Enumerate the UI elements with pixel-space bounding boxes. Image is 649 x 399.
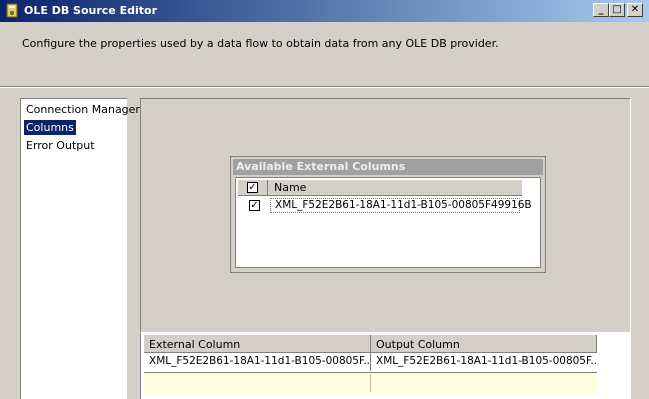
list-item[interactable]: ✓ XML_F52E2B61-18A1-11d1-B105-00805F4991… — [238, 198, 532, 214]
title-bar[interactable]: OLE DB Source Editor _ □ ✕ — [0, 0, 649, 22]
page-navigation-list[interactable]: Connection Manager Columns Error Output — [20, 98, 140, 399]
column-checkbox[interactable]: ✓ — [249, 200, 260, 211]
available-external-columns-panel[interactable]: Available External Columns ✓ Name ✓ XML_… — [230, 156, 546, 273]
external-column-header[interactable]: External Column — [144, 335, 371, 353]
minimize-button[interactable]: _ — [593, 3, 609, 17]
list-header: ✓ Name — [238, 180, 522, 196]
columns-mapping-area: Available External Columns ✓ Name ✓ XML_… — [140, 98, 631, 333]
window-title: OLE DB Source Editor — [24, 4, 157, 17]
ole-db-source-editor-window: OLE DB Source Editor _ □ ✕ Configure the… — [0, 0, 649, 399]
nav-item-columns[interactable]: Columns — [24, 120, 76, 135]
nav-item-connection-manager[interactable]: Connection Manager — [24, 102, 142, 117]
nav-item-error-output[interactable]: Error Output — [24, 138, 97, 153]
available-columns-title: Available External Columns — [233, 159, 543, 175]
output-column-cell[interactable]: XML_F52E2B61-18A1-11d1-B105-00805F... — [371, 353, 597, 371]
window-edge — [631, 98, 649, 399]
ssis-component-icon — [6, 3, 18, 18]
new-output-column-cell[interactable] — [371, 374, 597, 392]
name-column-header[interactable]: Name — [274, 181, 306, 194]
column-mapping-grid[interactable]: External Column Output Column XML_F52E2B… — [140, 333, 631, 399]
new-row[interactable] — [144, 374, 597, 394]
select-all-cell: ✓ — [238, 180, 268, 195]
new-external-column-cell[interactable] — [144, 374, 371, 392]
column-name: XML_F52E2B61-18A1-11d1-B105-00805F49916B — [275, 199, 532, 211]
dialog-description: Configure the properties used by a data … — [22, 37, 499, 50]
table-row[interactable]: XML_F52E2B61-18A1-11d1-B105-00805F... XM… — [144, 353, 597, 373]
header-divider-highlight — [0, 87, 649, 88]
close-button[interactable]: ✕ — [627, 3, 643, 17]
available-columns-list[interactable]: ✓ Name ✓ XML_F52E2B61-18A1-11d1-B105-008… — [235, 177, 541, 268]
output-column-header[interactable]: Output Column — [371, 335, 597, 353]
header-panel: Configure the properties used by a data … — [0, 22, 649, 86]
select-all-checkbox[interactable]: ✓ — [247, 182, 258, 193]
external-column-cell[interactable]: XML_F52E2B61-18A1-11d1-B105-00805F... — [144, 353, 371, 371]
maximize-button[interactable]: □ — [609, 3, 625, 17]
